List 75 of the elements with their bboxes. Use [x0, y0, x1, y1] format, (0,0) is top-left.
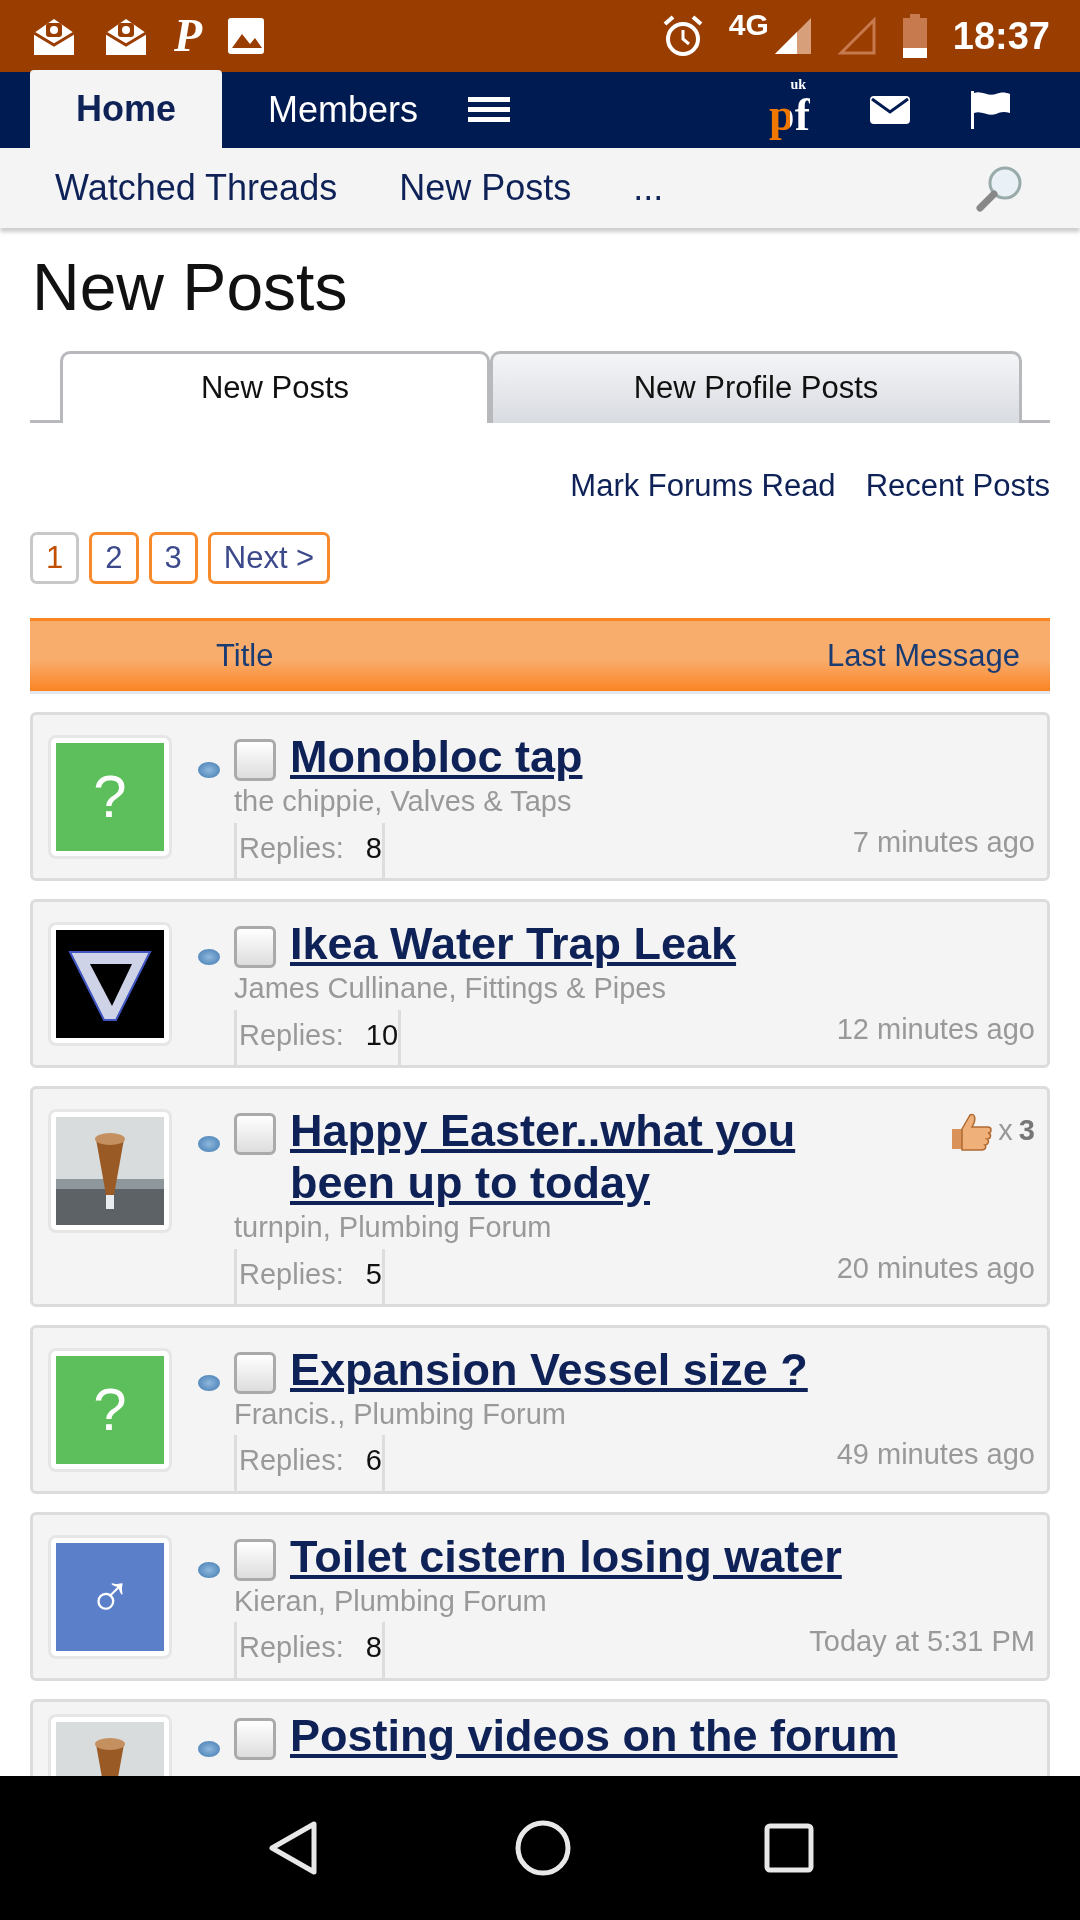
thread-title[interactable]: Happy Easter..what you been up to today	[290, 1105, 879, 1209]
avatar-image: ?	[56, 1356, 164, 1464]
replies-label: Replies:	[239, 1443, 344, 1479]
thread-meta: turnpin, Plumbing Forum	[234, 1209, 553, 1245]
thread-title[interactable]: Expansion Vessel size ?	[290, 1344, 1035, 1396]
replies-count: 6	[365, 1443, 382, 1479]
thread-meta: Kieran, Plumbing Forum	[234, 1583, 548, 1619]
replies-label: Replies:	[239, 830, 344, 866]
thread-meta: the chippie, Valves & Taps	[234, 784, 573, 820]
checkbox[interactable]	[234, 1717, 276, 1760]
mail-icon[interactable]	[870, 96, 910, 124]
avatar[interactable]: ♂	[48, 1534, 172, 1659]
checkbox[interactable]	[234, 926, 276, 969]
image-icon	[226, 16, 267, 56]
avatar-image: ♂	[56, 1542, 164, 1651]
replies-label: Replies:	[239, 1256, 344, 1292]
logo-caption: uk	[790, 78, 806, 92]
unread-dot-icon	[198, 1136, 220, 1153]
battery-icon	[900, 14, 929, 58]
likes-count: 3	[1018, 1113, 1035, 1149]
avatar-image: ?	[56, 743, 164, 852]
replies-count: 10	[365, 1017, 399, 1053]
link[interactable]: Mark Forums Read	[570, 463, 836, 510]
menu-icon[interactable]	[468, 97, 511, 123]
unread-dot-icon	[198, 1375, 220, 1391]
page-title: New Posts	[32, 249, 349, 326]
last-message-time: 20 minutes ago	[836, 1250, 1035, 1286]
thread-meta: James Cullinane, Fittings & Pipes	[234, 971, 667, 1007]
checkbox[interactable]	[234, 1113, 276, 1156]
avatar[interactable]	[48, 1109, 172, 1234]
checkbox[interactable]	[234, 739, 276, 782]
signal-icon	[836, 16, 877, 56]
subnav-link[interactable]: ...	[633, 161, 664, 215]
page-button[interactable]: 3	[148, 531, 198, 585]
home-icon[interactable]	[514, 1819, 572, 1877]
page-button[interactable]: Next >	[207, 531, 331, 585]
last-message-time: 7 minutes ago	[852, 824, 1035, 860]
app-letter-icon: P	[174, 13, 203, 59]
unread-dot-icon	[198, 1740, 220, 1757]
page-button[interactable]: 2	[89, 531, 139, 585]
tab[interactable]: New Posts	[60, 351, 490, 424]
tab[interactable]: New Profile Posts	[490, 351, 1022, 424]
recent-apps-icon[interactable]	[764, 1823, 814, 1873]
replies-count: 8	[365, 830, 382, 866]
thread-title[interactable]: Posting videos on the forum	[290, 1709, 1035, 1762]
subnav-link[interactable]: Watched Threads	[55, 161, 338, 215]
unread-dot-icon	[198, 762, 220, 779]
last-message-time: Today at 5:31 PM	[809, 1624, 1035, 1660]
flag-icon[interactable]	[970, 91, 1010, 129]
clock-time: 18:37	[952, 17, 1050, 55]
network-type: 4G	[728, 10, 769, 40]
replies-count: 5	[365, 1256, 382, 1292]
subnav-link[interactable]: New Posts	[399, 161, 572, 215]
thread-title[interactable]: Toilet cistern losing water	[290, 1530, 1035, 1583]
likes-multiplier: x	[998, 1113, 1013, 1149]
nav-tab[interactable]: Home	[30, 70, 223, 148]
column-header: Last Message	[827, 637, 1020, 676]
unread-dot-icon	[198, 949, 220, 966]
logo-icon	[56, 930, 164, 1039]
replies-count: 8	[365, 1630, 382, 1666]
nav-tab[interactable]: Members	[222, 72, 465, 148]
replies-label: Replies:	[239, 1630, 344, 1666]
unread-dot-icon	[198, 1561, 220, 1578]
link[interactable]: Recent Posts	[865, 463, 1050, 510]
checkbox[interactable]	[234, 1352, 276, 1394]
last-message-time: 12 minutes ago	[836, 1011, 1035, 1047]
thread-title[interactable]: Ikea Water Trap Leak	[290, 918, 1035, 971]
thread-title[interactable]: Monobloc tap	[290, 731, 1035, 784]
page-button[interactable]: 1	[30, 531, 80, 585]
thread-meta: Francis., Plumbing Forum	[234, 1396, 567, 1432]
column-header: Title	[216, 637, 274, 676]
last-message-time: 49 minutes ago	[836, 1437, 1035, 1473]
replies-label: Replies:	[239, 1017, 344, 1053]
avatar[interactable]	[48, 922, 172, 1047]
checkbox[interactable]	[234, 1538, 276, 1581]
